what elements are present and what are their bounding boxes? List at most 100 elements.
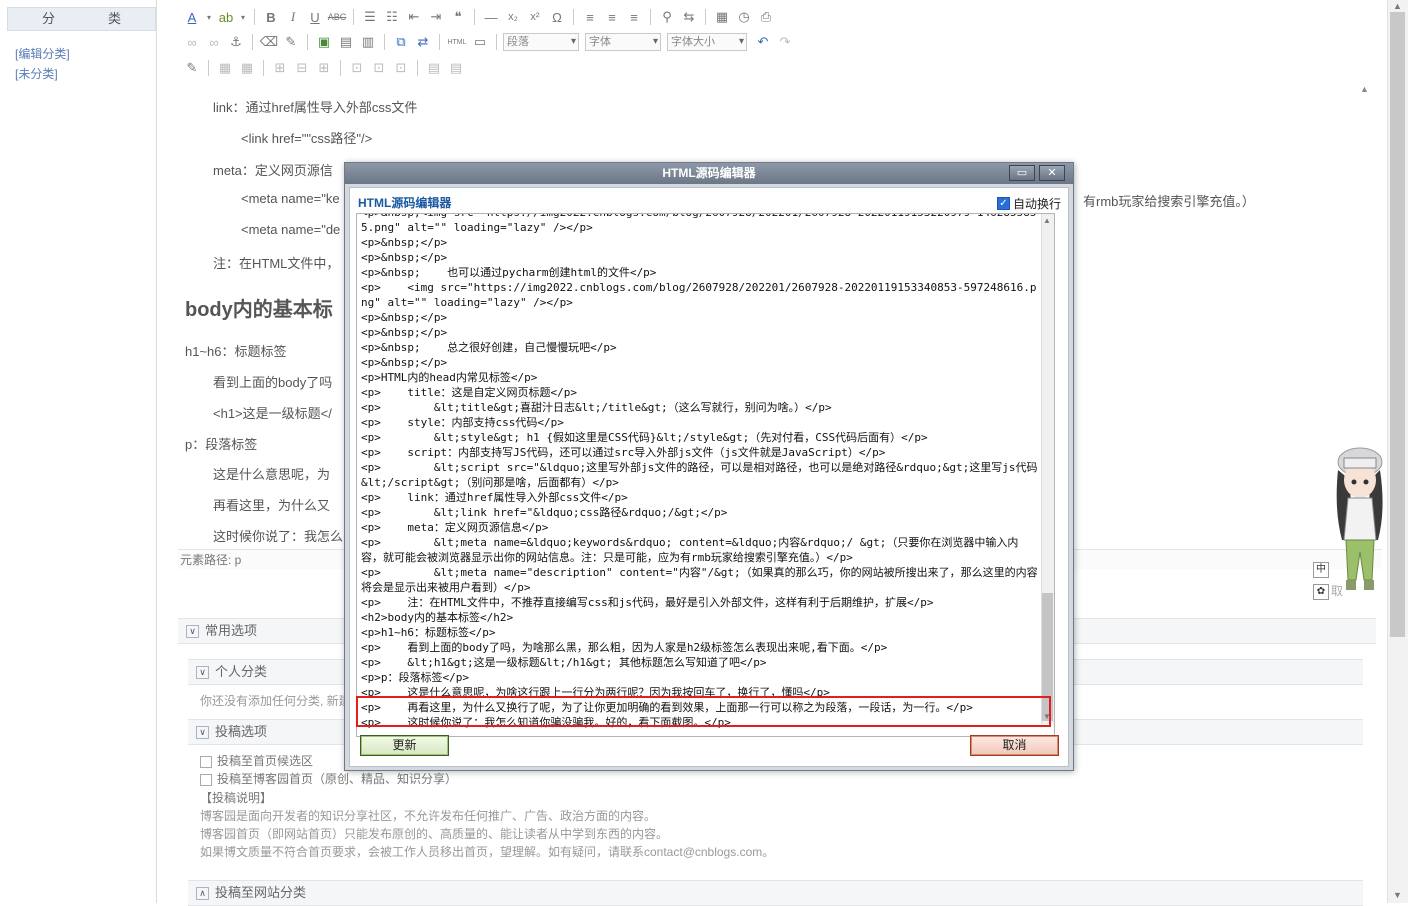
align-left-icon[interactable]: ≡ (580, 7, 600, 27)
editor-toolbar: A ▾ ab ▾ B I U ABC ☰ ☷ ⇤ ⇥ ❝ — x₂ x² Ω ≡… (178, 0, 1382, 80)
editor-line-overflow: 有rmb玩家给搜索引擎充值。） (1083, 194, 1255, 209)
checkbox[interactable] (200, 773, 212, 786)
paw-icon[interactable]: ✿ (1313, 584, 1329, 600)
editor-line: 这是什么意思呢，为 (213, 467, 331, 482)
note-line: 博客园首页（即网站首页）只能发布原创的、高质量的、能让读者从中学到东西的内容。 (200, 827, 669, 841)
insert-time-icon[interactable]: ◷ (734, 7, 754, 27)
editor-line: h1~h6：标题标签 (185, 344, 287, 359)
scroll-down-icon[interactable]: ▼ (1390, 889, 1405, 901)
option-homepage[interactable]: 投稿至博客园首页（原创、精品、知识分享） (200, 770, 457, 787)
editor-heading: body内的基本标 (185, 299, 333, 321)
blockquote-icon[interactable]: ❝ (448, 7, 468, 27)
bold-icon[interactable]: B (261, 7, 281, 27)
cell-split-icon[interactable]: ⊡ (369, 58, 389, 78)
cancel-button[interactable]: 取消 (970, 735, 1059, 756)
scroll-up-icon[interactable]: ▲ (1390, 0, 1405, 12)
editor-line: 看到上面的body了吗 (213, 375, 333, 390)
cleanup-icon[interactable]: ✎ (281, 32, 301, 52)
align-center-icon[interactable]: ≡ (602, 7, 622, 27)
undo-icon[interactable]: ↶ (753, 32, 773, 52)
collapse-icon: ∨ (196, 726, 209, 740)
unlink-icon[interactable]: ∞ (204, 32, 224, 52)
editor-line: <h1>这是一级标题</ (213, 406, 332, 421)
strikethrough-icon[interactable]: ABC (327, 7, 347, 27)
editor-line: link：通过href属性导入外部css文件 (213, 100, 418, 115)
image-icon[interactable]: ▤ (336, 32, 356, 52)
note-line: 如果博文质量不符合首页要求，会被工作人员移出首页，望理解。如有疑问，请联系con… (200, 845, 775, 859)
maximize-button[interactable]: ▭ (1009, 165, 1035, 181)
special-char-icon[interactable]: Ω (547, 7, 567, 27)
editor-line: <meta name="ke (241, 191, 340, 206)
paragraph-select[interactable]: 段落 (503, 33, 579, 51)
editor-line: meta：定义网页源信 (213, 163, 333, 178)
side-widget-text: 取 (1331, 584, 1344, 598)
dialog-title[interactable]: HTML源码编辑器 (345, 163, 1073, 184)
chevron-down-icon[interactable]: ▾ (204, 7, 214, 27)
preview-icon[interactable]: ⎙ (756, 7, 776, 27)
source-code-textarea[interactable]: <p>&nbsp;<img src="https://img2022.cnblo… (356, 213, 1055, 737)
editor-line: <meta name="de (241, 222, 341, 237)
option-homepage-candidate[interactable]: 投稿至首页候选区 (200, 752, 313, 769)
table-props-icon[interactable]: ▦ (237, 58, 257, 78)
html-source-dialog: HTML源码编辑器 ▭ ✕ HTML源码编辑器 ✓ 自动换行 <p>&nbsp;… (344, 162, 1074, 771)
editor-line: 注：在HTML文件中， (213, 256, 340, 271)
eraser-icon[interactable]: ⌫ (259, 32, 279, 52)
row-insert-icon[interactable]: ⊞ (270, 58, 290, 78)
checkmark-icon[interactable]: ✓ (997, 197, 1010, 210)
redo-icon[interactable]: ↷ (775, 32, 795, 52)
update-button[interactable]: 更新 (360, 735, 449, 756)
cell-props-icon[interactable]: ⊡ (391, 58, 411, 78)
align-right-icon[interactable]: ≡ (624, 7, 644, 27)
font-color-icon[interactable]: A (182, 7, 202, 27)
editor-line: 这时候你说了：我怎么 (213, 529, 344, 544)
underline-icon[interactable]: U (305, 7, 325, 27)
cell-merge-icon[interactable]: ⊡ (347, 58, 367, 78)
personal-category-note: 你还没有添加任何分类, 新建 (200, 694, 351, 708)
scroll-up-icon[interactable]: ▲ (1043, 216, 1051, 225)
insert-image-icon[interactable]: ▣ (314, 32, 334, 52)
bullet-list-icon[interactable]: ☰ (360, 7, 380, 27)
close-button[interactable]: ✕ (1039, 165, 1065, 181)
outdent-icon[interactable]: ⇤ (404, 7, 424, 27)
replace-icon[interactable]: ⇆ (679, 7, 699, 27)
italic-icon[interactable]: I (283, 7, 303, 27)
chevron-down-icon[interactable]: ▾ (238, 7, 248, 27)
html-source-icon[interactable]: HTML (446, 32, 468, 52)
auto-wrap-checkbox[interactable]: ✓ 自动换行 (997, 195, 1061, 212)
font-select[interactable]: 字体 (585, 33, 661, 51)
find-icon[interactable]: ⚲ (657, 7, 677, 27)
font-size-select[interactable]: 字体大小 (667, 33, 747, 51)
highlight-icon[interactable]: ab (216, 7, 236, 27)
grid-icon[interactable]: ▤ (424, 58, 444, 78)
insert-date-icon[interactable]: ▦ (712, 7, 732, 27)
table-icon[interactable]: ▦ (215, 58, 235, 78)
highlight-annotation (356, 696, 1051, 727)
page-scrollbar-thumb[interactable] (1390, 12, 1405, 637)
checkbox[interactable] (200, 755, 212, 768)
col-insert-icon[interactable]: ⊞ (314, 58, 334, 78)
editor-line: <link href=""css路径"/> (241, 131, 373, 146)
fullscreen-icon[interactable]: ▭ (470, 32, 490, 52)
subscript-icon[interactable]: x₂ (503, 7, 523, 27)
editor-line: 再看这里，为什么又 (213, 498, 331, 513)
anchor-icon[interactable]: ⚓ (226, 32, 246, 52)
side-widget-button[interactable]: 中 (1313, 562, 1329, 578)
uncategorized-link[interactable]: [未分类] (15, 65, 58, 82)
edit-category-link[interactable]: [编辑分类] (15, 45, 70, 62)
note-title: 【投稿说明】 (200, 791, 273, 805)
link-icon[interactable]: ∞ (182, 32, 202, 52)
edit-icon[interactable]: ✎ (182, 58, 202, 78)
horizontal-rule-icon[interactable]: — (481, 7, 501, 27)
grid2-icon[interactable]: ▤ (446, 58, 466, 78)
code-icon[interactable]: ⧉ (391, 32, 411, 52)
attach-icon[interactable]: ⇄ (413, 32, 433, 52)
numbered-list-icon[interactable]: ☷ (382, 7, 402, 27)
site-category-panel[interactable]: ∧ 投稿至网站分类 (188, 880, 1363, 906)
row-delete-icon[interactable]: ⊟ (292, 58, 312, 78)
category-title: 分 类 (7, 7, 156, 31)
indent-icon[interactable]: ⇥ (426, 7, 446, 27)
expand-icon: ∧ (196, 887, 209, 901)
superscript-icon[interactable]: x² (525, 7, 545, 27)
media-icon[interactable]: ▥ (358, 32, 378, 52)
scroll-up-icon[interactable]: ▲ (1360, 84, 1372, 96)
